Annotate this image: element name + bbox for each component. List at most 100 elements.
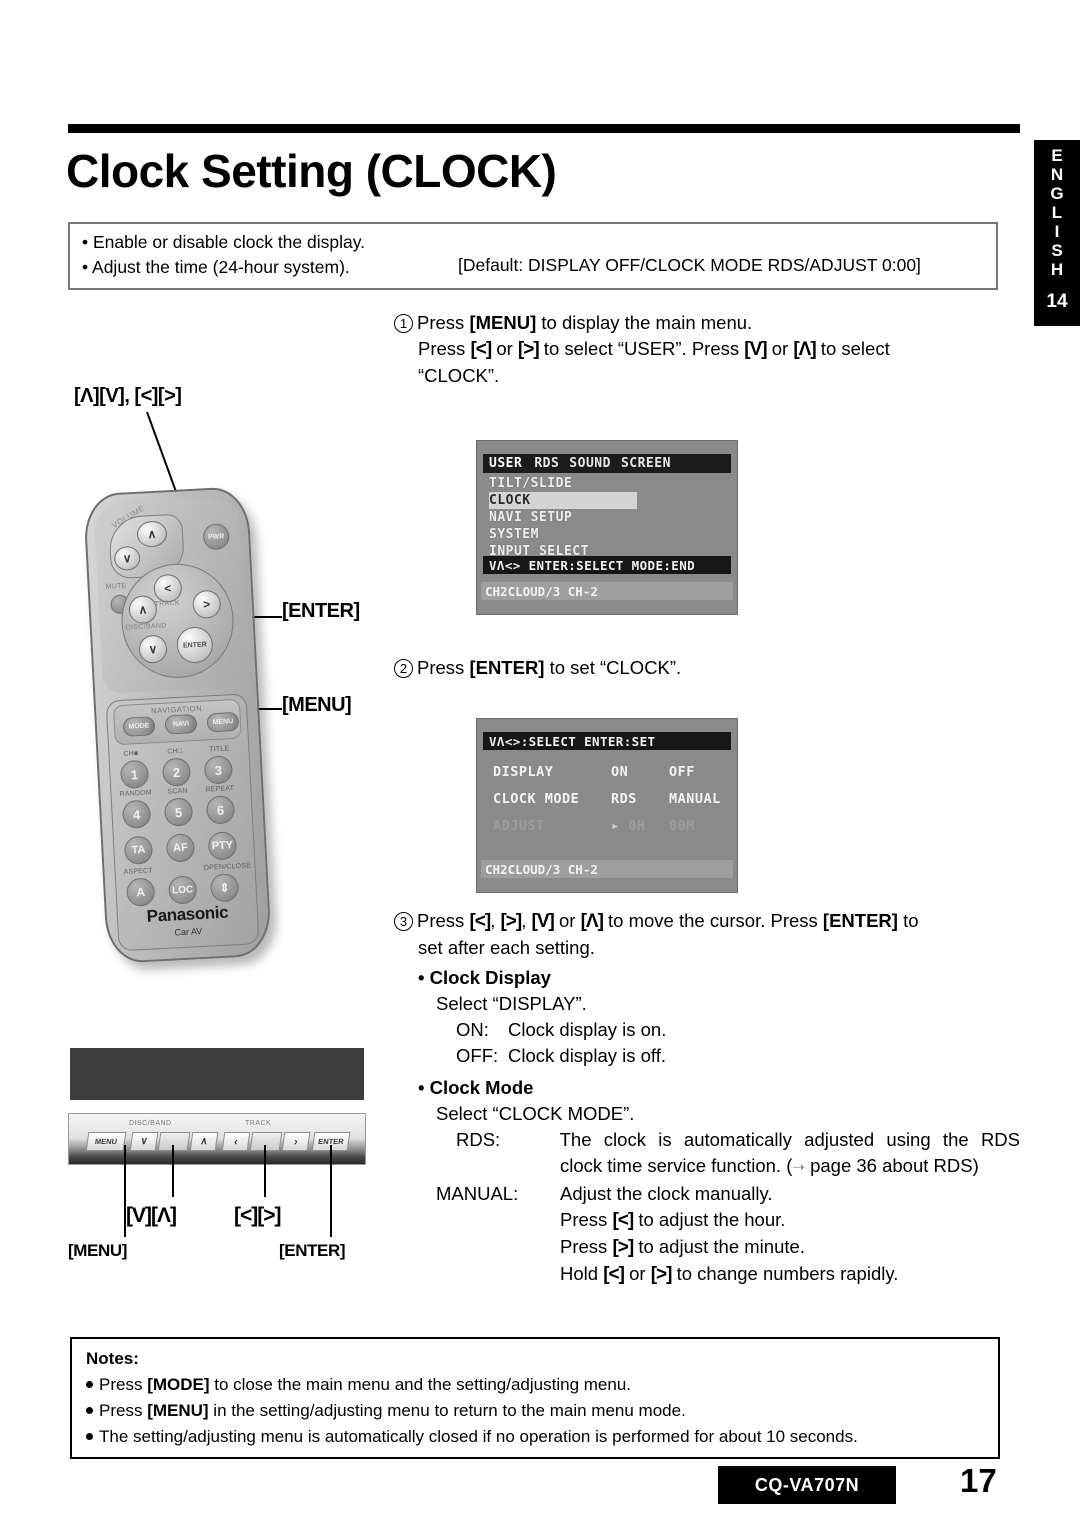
screen-status-bar: CH2CLOUD/3 CH-2 — [481, 860, 733, 878]
manual-label: MANUAL: — [436, 1183, 519, 1204]
unit-up-button: ∧ — [189, 1132, 219, 1151]
up-key: [Λ] — [793, 339, 816, 360]
menu-key: [MENU] — [147, 1401, 209, 1420]
screen-tab-user: USER — [487, 456, 525, 471]
unit-left-button: ‹ — [221, 1132, 251, 1151]
aspect-button: A — [125, 877, 156, 907]
step-3-wrap: 3 Press [<], [>], [V] or [Λ] to move the … — [394, 908, 1020, 1288]
page-title: Clock Setting (CLOCK) — [66, 145, 557, 197]
step-1-line1-a: Press — [417, 312, 470, 333]
mode-key: [MODE] — [147, 1375, 210, 1394]
down-key: [V] — [744, 339, 767, 360]
clock-mode-select: Select “CLOCK MODE”. — [436, 1103, 635, 1124]
main-menu-screenshot: USER RDS SOUND SCREEN TILT/SLIDE CLOCK N… — [476, 440, 738, 615]
lang-tab-number: 14 — [1046, 291, 1068, 312]
callout-menu-key: [MENU] — [282, 694, 352, 716]
left-key: [<] — [612, 1210, 634, 1231]
note-item: The setting/adjusting menu is automatica… — [86, 1424, 984, 1450]
right-key: [>] — [500, 911, 522, 932]
aspect-label: ASPECT — [123, 867, 154, 877]
t: Hold — [560, 1263, 604, 1284]
title-rule — [68, 124, 1020, 133]
instructions-column: 1 Press [MENU] to display the main menu. … — [394, 310, 1020, 391]
clock-display-off: OFF: Clock display is off. — [394, 1043, 1020, 1069]
screen-tab-screen: SCREEN — [620, 456, 671, 471]
chevron-left-icon: < — [163, 581, 172, 596]
chevron-down-icon: ∨ — [122, 551, 132, 566]
t: 0H — [628, 818, 646, 834]
t: to change numbers rapidly. — [671, 1263, 899, 1284]
navigation-button-group: NAVIGATION MODE NAVI MENU — [112, 698, 242, 746]
step-3-line2: set after each setting. — [418, 937, 595, 958]
key-6-label: REPEAT — [205, 785, 235, 794]
unit-center-pad-2 — [249, 1132, 283, 1151]
clock-mode-rds: RDS: The clock is automatically adjusted… — [394, 1127, 1020, 1153]
page-number: 17 — [960, 1462, 997, 1499]
lang-letter: N — [1050, 165, 1064, 184]
manual-hold-line: Hold [<] or [>] to change numbers rapidl… — [394, 1261, 1020, 1288]
clock-display-on: ON: Clock display is on. — [394, 1017, 1020, 1043]
t: page 36 about RDS) — [804, 1155, 979, 1176]
unit-label-menu: [MENU] — [68, 1241, 127, 1260]
t: in the setting/adjusting menu to return … — [208, 1401, 686, 1420]
key-3: 3 — [203, 755, 234, 785]
left-key: [<] — [470, 339, 492, 360]
bullet-icon — [86, 1407, 93, 1414]
manual-page: Clock Setting (CLOCK) E N G L I S H 14 •… — [0, 0, 1080, 1526]
clock-display-section: • Clock Display Select “DISPLAY”. ON: Cl… — [394, 965, 1020, 1069]
t: to move the cursor. Press — [602, 910, 823, 931]
t: , — [521, 910, 532, 931]
t: or — [553, 910, 581, 931]
track-label: TRACK — [154, 599, 181, 609]
menu-item-navi-setup: NAVI SETUP — [489, 510, 573, 525]
numeric-keypad: CH■ CH□ TITLE 1 2 3 RANDOM SCAN REPEAT 4… — [109, 744, 256, 911]
unit-menu-button: MENU — [85, 1132, 127, 1151]
on-label: ON: — [456, 1019, 489, 1040]
chevron-up-icon: ∧ — [138, 602, 148, 617]
notes-box: Notes: Press [MODE] to close the main me… — [70, 1337, 1000, 1459]
lang-letter: S — [1051, 241, 1063, 260]
unit-track-label: TRACK — [245, 1120, 272, 1127]
head-unit-panel: DISC/BAND TRACK MENU ∨ ∧ ‹ › ENTER — [68, 1113, 366, 1165]
screen-tab-sound: SOUND — [569, 456, 611, 471]
key-1: 1 — [119, 759, 150, 790]
unit-label-enter: [ENTER] — [279, 1241, 346, 1260]
remote-keypad-section: NAVIGATION MODE NAVI MENU CH■ CH□ TITLE … — [105, 693, 260, 952]
note-item: Press [MENU] in the setting/adjusting me… — [86, 1398, 984, 1424]
navi-button: NAVI — [164, 713, 198, 735]
bullet-icon — [86, 1433, 93, 1440]
unit-center-pad — [157, 1132, 191, 1151]
screen-guide-bar: VΛ<>:SELECT ENTER:SET — [483, 732, 731, 750]
step-2: 2 Press [ENTER] to set “CLOCK”. — [394, 655, 1020, 681]
key-2: 2 — [161, 757, 192, 787]
language-tab: E N G L I S H 14 — [1034, 140, 1080, 326]
step-2-wrap: 2 Press [ENTER] to set “CLOCK”. — [394, 655, 1020, 683]
t: Press — [418, 338, 471, 359]
clock-mode-manual: MANUAL: Adjust the clock manually. — [394, 1181, 1020, 1207]
screen-guide-bar: VΛ<> ENTER:SELECT MODE:END — [483, 556, 731, 574]
loc-button: LOC — [167, 875, 198, 905]
setting-value-2: OFF — [669, 764, 695, 780]
rds-text-1: The clock is automatically adjusted usin… — [559, 1129, 1020, 1150]
step-1-line2: Press [<] or [>] to select “USER”. Press… — [394, 336, 1020, 363]
ta-button: TA — [123, 835, 154, 865]
menu-item-clock: CLOCK — [489, 492, 637, 509]
t: to close the main menu and the setting/a… — [209, 1375, 631, 1394]
off-label: OFF: — [456, 1045, 499, 1066]
lang-letter: I — [1054, 222, 1060, 241]
unit-caption-leftright: [<][>] — [234, 1204, 281, 1227]
t: to adjust the hour. — [633, 1209, 786, 1230]
setting-row-adjust: ADJUST ▸ 0H 00M — [493, 813, 731, 840]
t: Press — [560, 1209, 613, 1230]
summary-box: • Enable or disable clock the display. •… — [68, 222, 998, 290]
lang-letter: G — [1050, 184, 1064, 203]
unit-disc-band-label: DISC/BAND — [129, 1120, 172, 1127]
key-3-label: TITLE — [209, 745, 230, 754]
rds-label: RDS: — [456, 1129, 501, 1150]
summary-bullets: • Enable or disable clock the display. •… — [82, 230, 365, 280]
setting-value-1: RDS — [611, 791, 637, 807]
model-badge: CQ-VA707N — [718, 1466, 896, 1504]
lang-letter: L — [1051, 203, 1063, 222]
step-1-line1-b: to display the main menu. — [536, 312, 753, 333]
right-key: [>] — [612, 1237, 634, 1258]
